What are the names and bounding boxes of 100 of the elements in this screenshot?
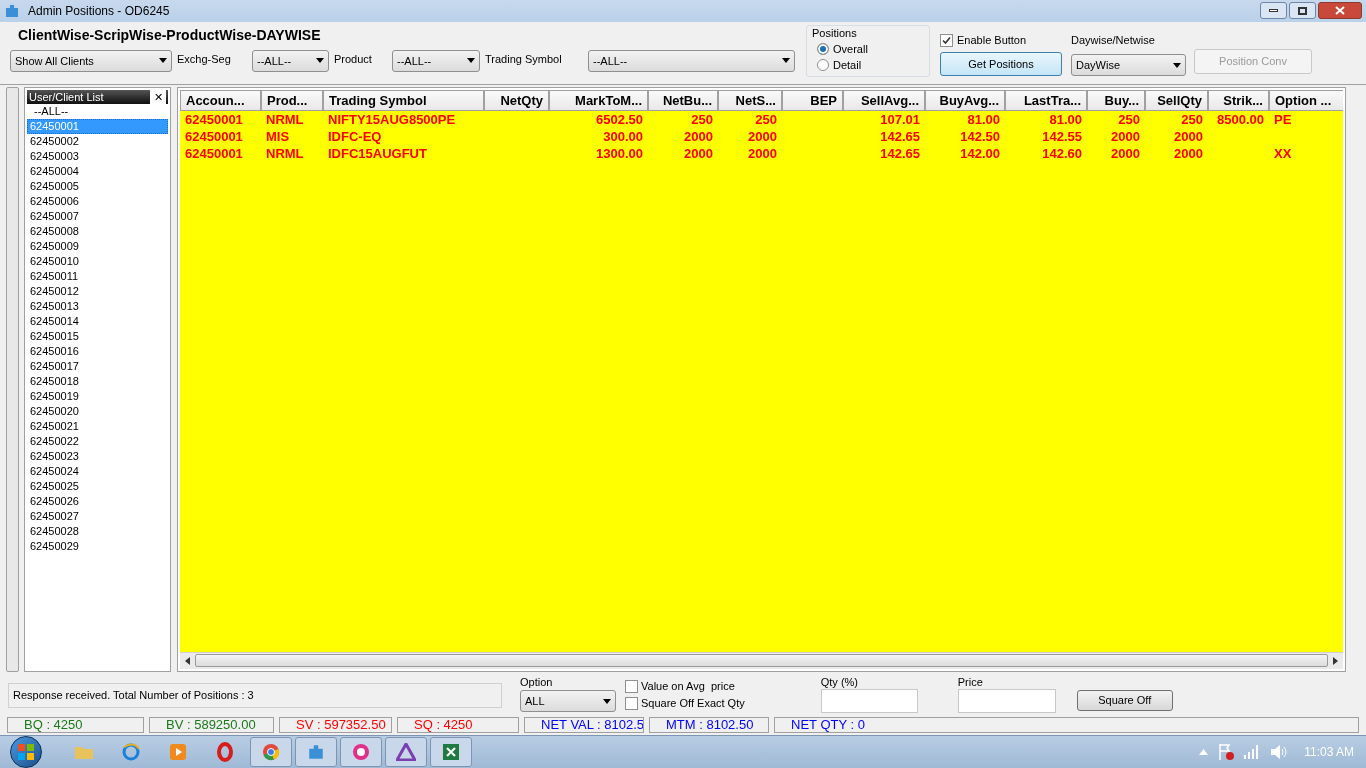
- restore-button[interactable]: [1289, 2, 1316, 20]
- client-list-item[interactable]: 62450026: [27, 493, 168, 509]
- checkbox[interactable]: [625, 679, 638, 693]
- product-label: Product: [334, 51, 373, 67]
- checkbox[interactable]: [625, 696, 638, 710]
- client-list-item[interactable]: 62450025: [27, 478, 168, 494]
- column-header[interactable]: Strik...: [1208, 89, 1269, 111]
- column-header[interactable]: BEP: [782, 89, 843, 111]
- client-list-item[interactable]: 62450021: [27, 418, 168, 434]
- column-header[interactable]: Option ...: [1269, 89, 1343, 111]
- status-field: BQ : 4250: [7, 717, 144, 733]
- client-list-item[interactable]: 62450022: [27, 433, 168, 449]
- column-header[interactable]: Prod...: [261, 89, 323, 111]
- message-box: Response received. Total Number of Positions : 3: [8, 683, 502, 709]
- start-button[interactable]: [10, 736, 42, 768]
- close-button[interactable]: ✕: [150, 89, 166, 104]
- price-field[interactable]: [957, 689, 1056, 714]
- daywise-dropdown[interactable]: DayWise: [1071, 54, 1186, 77]
- table-cell-text: NRML: [265, 144, 305, 162]
- get-positions-button[interactable]: Get Positions: [940, 52, 1062, 77]
- client-list-item[interactable]: 62450005: [27, 178, 168, 194]
- clients-dropdown[interactable]: Show All Clients: [10, 49, 172, 72]
- client-list-item[interactable]: 62450020: [27, 403, 168, 419]
- enable-button-checkbox[interactable]: Enable Button: [940, 31, 1062, 49]
- client-list-item[interactable]: 62450027: [27, 508, 168, 524]
- scroll-right-icon[interactable]: [1333, 656, 1338, 665]
- table-cell-text: MIS: [265, 127, 291, 145]
- scroll-left-icon[interactable]: [185, 656, 190, 665]
- radio-button[interactable]: [817, 43, 829, 56]
- client-list-item[interactable]: --ALL--: [27, 103, 168, 119]
- client-list-item[interactable]: 62450008: [27, 223, 168, 239]
- splitter-bar[interactable]: [6, 86, 19, 672]
- column-header[interactable]: SellQty: [1145, 89, 1208, 111]
- puzzle-icon[interactable]: [295, 737, 337, 767]
- client-list-item[interactable]: 62450028: [27, 523, 168, 539]
- table-cell-text: 1300.00: [595, 144, 644, 162]
- flag-icon[interactable]: [1218, 743, 1235, 761]
- client-list-item[interactable]: 62450019: [27, 388, 168, 404]
- speaker-icon[interactable]: [1270, 744, 1289, 760]
- client-list-item[interactable]: 62450004: [27, 163, 168, 179]
- client-list-item[interactable]: 62450003: [27, 148, 168, 164]
- caret-icon: [467, 58, 475, 64]
- qty-field[interactable]: [820, 689, 918, 714]
- app-icon[interactable]: [340, 737, 382, 767]
- square-off-button[interactable]: Square Off: [1076, 690, 1173, 712]
- client-list-item[interactable]: 62450023: [27, 448, 168, 464]
- minimize-button[interactable]: [1260, 2, 1287, 20]
- puzzle-icon: [4, 3, 20, 19]
- option-checkbox[interactable]: Value on Avg price: [625, 679, 745, 694]
- radio-button[interactable]: [817, 59, 829, 72]
- client-list-item[interactable]: 62450010: [27, 253, 168, 269]
- checkbox[interactable]: [940, 33, 953, 47]
- column-header[interactable]: BuyAvg...: [925, 89, 1005, 111]
- tray-arrow-icon[interactable]: [1199, 749, 1209, 755]
- table-cell-text: 2000: [747, 127, 778, 145]
- page-heading: ClientWise-ScripWise-ProductWise-DAYWISE: [18, 25, 322, 45]
- column-header[interactable]: NetS...: [718, 89, 782, 111]
- exchg-seg-dropdown[interactable]: --ALL--: [252, 49, 329, 72]
- client-list-item[interactable]: 62450018: [27, 373, 168, 389]
- client-list-item[interactable]: 62450006: [27, 193, 168, 209]
- column-header[interactable]: Buy...: [1087, 89, 1145, 111]
- table-cell-text: NIFTY15AUG8500PE: [327, 110, 457, 128]
- status-field: NET VAL : 8102.5: [524, 717, 644, 733]
- close-icon: [1335, 6, 1345, 16]
- trading-symbol-dropdown[interactable]: --ALL--: [588, 49, 795, 72]
- column-header[interactable]: NetBu...: [648, 89, 718, 111]
- table-cell-text: 250: [1180, 110, 1204, 128]
- client-list-item[interactable]: 62450014: [27, 313, 168, 329]
- option-dropdown[interactable]: ALL: [520, 690, 616, 713]
- caret-icon: [1173, 62, 1181, 68]
- exchg-seg-label: Exchg-Seg: [177, 51, 232, 67]
- close-button[interactable]: [1318, 2, 1362, 20]
- table-cell-text: 62450001: [184, 110, 244, 128]
- table-cell-text: 2000: [1173, 144, 1204, 162]
- client-list-item[interactable]: 62450007: [27, 208, 168, 224]
- client-list-item[interactable]: 62450013: [27, 298, 168, 314]
- table-cell-text: 142.55: [1041, 127, 1083, 145]
- client-list-item[interactable]: 62450002: [27, 133, 168, 149]
- client-list-item[interactable]: 62450017: [27, 358, 168, 374]
- client-list-item[interactable]: 62450015: [27, 328, 168, 344]
- daywise-label: Daywise/Netwise: [1071, 32, 1156, 48]
- client-list-item[interactable]: 62450012: [27, 283, 168, 299]
- client-list-item[interactable]: 62450016: [27, 343, 168, 359]
- table-cell-text: 2000: [1110, 144, 1141, 162]
- column-header[interactable]: LastTra...: [1005, 89, 1087, 111]
- signal-icon[interactable]: [1244, 745, 1261, 759]
- client-list-item[interactable]: 62450024: [27, 463, 168, 479]
- caret-icon: [782, 58, 790, 64]
- chrome-icon[interactable]: [250, 737, 292, 767]
- option-checkbox[interactable]: Square Off Exact Qty: [625, 696, 745, 711]
- spreadsheet-icon[interactable]: [430, 737, 472, 767]
- product-dropdown[interactable]: --ALL--: [392, 49, 480, 72]
- column-header[interactable]: MarkToM...: [549, 89, 648, 111]
- column-header[interactable]: Trading Symbol: [323, 89, 484, 111]
- client-list-item[interactable]: 62450009: [27, 238, 168, 254]
- column-header[interactable]: NetQty: [484, 89, 549, 111]
- client-list-item[interactable]: 62450011: [27, 268, 168, 284]
- column-header[interactable]: Accoun...: [180, 89, 261, 111]
- column-header[interactable]: SellAvg...: [843, 89, 925, 111]
- client-list-item[interactable]: 62450029: [27, 538, 168, 554]
